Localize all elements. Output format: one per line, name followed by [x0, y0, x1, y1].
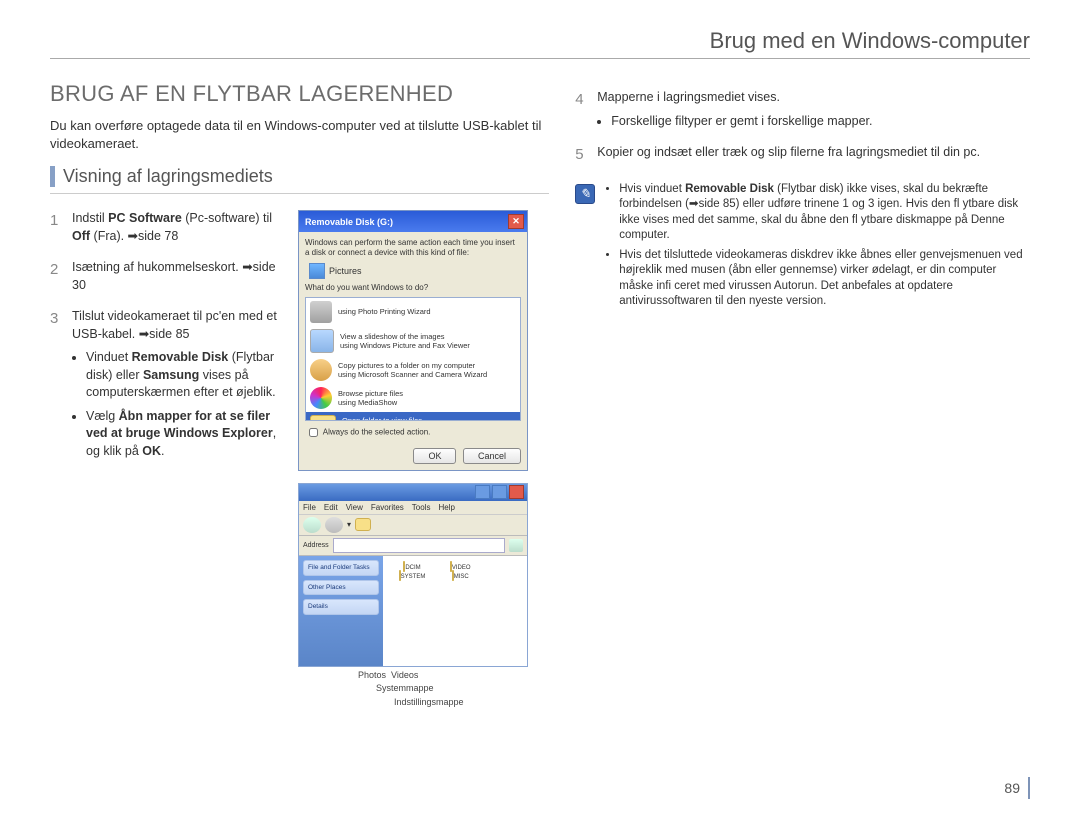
section-title: BRUG AF EN FLYTBAR LAGERENHED: [50, 81, 549, 107]
steps-list-right: Mapperne i lagringsmediet vises. Forskel…: [575, 89, 1030, 162]
header-rule: [50, 58, 1030, 59]
sidebar-tasks[interactable]: File and Folder Tasks: [303, 560, 379, 576]
option-copy[interactable]: Copy pictures to a folder on my computer…: [306, 356, 520, 384]
folder-videos[interactable]: VIDEO: [441, 562, 479, 571]
back-icon[interactable]: [303, 517, 321, 533]
explorer-titlebar: [299, 484, 527, 501]
intro-text: Du kan overføre optagede data til en Win…: [50, 117, 549, 152]
subsection-heading: Visning af lagringsmediets: [50, 166, 549, 187]
step-3-bullet-1: Vinduet Removable Disk (Flytbar disk) el…: [86, 349, 286, 402]
page-number: 89: [1004, 777, 1030, 799]
autoplay-dialog: Removable Disk (G:) ✕ Windows can perfor…: [298, 210, 528, 471]
explorer-window: FileEditViewFavoritesToolsHelp ▾ Address: [298, 483, 528, 667]
step-3-bullet-2: Vælg Åbn mapper for at se filer ved at b…: [86, 408, 286, 461]
option-open-folder[interactable]: Open folder to view filesusing Windows E…: [306, 412, 520, 421]
folder-callouts: Photos Videos Systemmappe Indstillingsma…: [358, 669, 532, 710]
scanner-icon: [310, 359, 332, 381]
folder-settings[interactable]: MISC: [441, 571, 479, 580]
steps-list-left: Indstil PC Software (Pc-software) til Of…: [50, 210, 286, 460]
forward-icon[interactable]: [325, 517, 343, 533]
pictures-label: Pictures: [329, 266, 362, 276]
note-1: Hvis vinduet Removable Disk (Flytbar dis…: [619, 182, 1030, 244]
dialog-title-text: Removable Disk (G:): [305, 217, 393, 227]
option-slideshow[interactable]: View a slideshow of the imagesusing Wind…: [306, 326, 520, 356]
sidebar-other[interactable]: Other Places: [303, 580, 379, 596]
dialog-question: What do you want Windows to do?: [305, 283, 521, 293]
folder-icon: [310, 415, 336, 421]
page-header-title: Brug med en Windows-computer: [50, 28, 1030, 54]
step-4-bullet-1: Forskellige filtyper er gemt i forskelli…: [611, 113, 1030, 131]
option-print[interactable]: using Photo Printing Wizard: [306, 298, 520, 326]
dialog-desc: Windows can perform the same action each…: [305, 238, 521, 257]
cancel-button[interactable]: Cancel: [463, 448, 521, 464]
folder-system[interactable]: SYSTEM: [393, 571, 431, 580]
mediashow-icon: [310, 387, 332, 409]
image-viewer-icon: [310, 329, 334, 353]
explorer-addressbar[interactable]: Address: [299, 536, 527, 556]
step-1: Indstil PC Software (Pc-software) til Of…: [50, 210, 286, 245]
ok-button[interactable]: OK: [413, 448, 456, 464]
step-4: Mapperne i lagringsmediet vises. Forskel…: [575, 89, 1030, 130]
window-controls[interactable]: [475, 485, 524, 499]
explorer-file-area[interactable]: DCIM VIDEO SYSTEM MISC: [383, 556, 527, 666]
close-icon[interactable]: ✕: [508, 214, 524, 229]
dialog-titlebar: Removable Disk (G:) ✕: [299, 211, 527, 232]
printer-icon: [310, 301, 332, 323]
explorer-toolbar[interactable]: ▾: [299, 515, 527, 536]
subsection-rule: [50, 193, 549, 194]
step-3: Tilslut videokameraet til pc'en med et U…: [50, 308, 286, 460]
dialog-option-list[interactable]: using Photo Printing Wizard View a slide…: [305, 297, 521, 421]
note-icon: ✎: [575, 184, 595, 204]
explorer-menubar[interactable]: FileEditViewFavoritesToolsHelp: [299, 501, 527, 515]
note-2: Hvis det tilsluttede videokameras diskdr…: [619, 248, 1030, 310]
step-2: Isætning af hukommelseskort. ➡side 30: [50, 259, 286, 294]
pictures-icon: [309, 263, 325, 279]
note-list: Hvis vinduet Removable Disk (Flytbar dis…: [605, 182, 1030, 314]
sidebar-details[interactable]: Details: [303, 599, 379, 615]
always-do-checkbox[interactable]: Always do the selected action.: [305, 425, 521, 440]
go-icon[interactable]: [509, 539, 523, 552]
explorer-sidebar: File and Folder Tasks Other Places Detai…: [299, 556, 383, 666]
up-icon[interactable]: [355, 518, 371, 531]
step-5: Kopier og indsæt eller træk og slip file…: [575, 144, 1030, 162]
option-mediashow[interactable]: Browse picture filesusing MediaShow: [306, 384, 520, 412]
